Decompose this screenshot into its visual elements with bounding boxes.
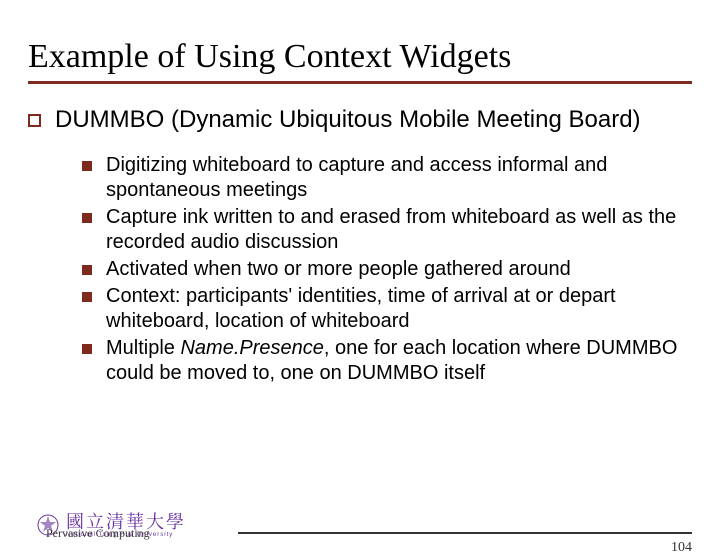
course-label: Pervasive Computing bbox=[46, 526, 150, 541]
filled-square-icon bbox=[82, 213, 92, 223]
main-point-text: DUMMBO (Dynamic Ubiquitous Mobile Meetin… bbox=[55, 106, 641, 135]
list-item-text: Digitizing whiteboard to capture and acc… bbox=[106, 153, 692, 203]
list-item-text: Capture ink written to and erased from w… bbox=[106, 205, 692, 255]
slide: Example of Using Context Widgets DUMMBO … bbox=[0, 0, 720, 540]
footer-divider bbox=[238, 532, 692, 534]
page-number: 104 bbox=[671, 540, 692, 556]
list-item-text: Context: participants' identities, time … bbox=[106, 284, 692, 334]
filled-square-icon bbox=[82, 292, 92, 302]
list-item-text-em: Name.Presence bbox=[180, 337, 323, 359]
list-item-text-pre: Multiple bbox=[106, 337, 180, 359]
sub-bullet-list: Digitizing whiteboard to capture and acc… bbox=[28, 153, 692, 386]
list-item: Capture ink written to and erased from w… bbox=[82, 205, 692, 255]
list-item: Digitizing whiteboard to capture and acc… bbox=[82, 153, 692, 203]
list-item-text: Multiple Name.Presence, one for each loc… bbox=[106, 336, 692, 386]
filled-square-icon bbox=[82, 265, 92, 275]
list-item: Context: participants' identities, time … bbox=[82, 284, 692, 334]
list-item: Activated when two or more people gather… bbox=[82, 257, 692, 282]
list-item: Multiple Name.Presence, one for each loc… bbox=[82, 336, 692, 386]
filled-square-icon bbox=[82, 161, 92, 171]
slide-title: Example of Using Context Widgets bbox=[28, 38, 692, 84]
main-point: DUMMBO (Dynamic Ubiquitous Mobile Meetin… bbox=[28, 106, 692, 135]
hollow-square-icon bbox=[28, 114, 41, 127]
filled-square-icon bbox=[82, 344, 92, 354]
list-item-text: Activated when two or more people gather… bbox=[106, 257, 692, 282]
